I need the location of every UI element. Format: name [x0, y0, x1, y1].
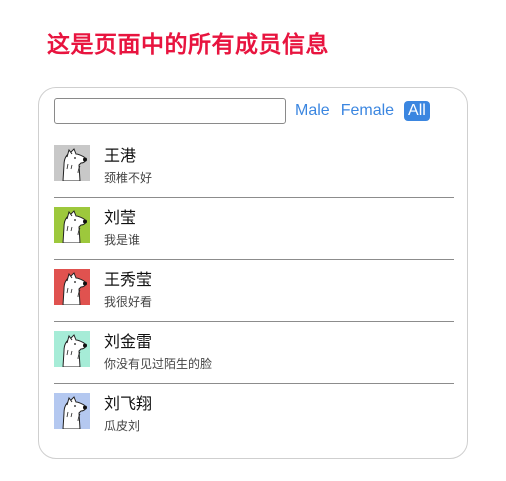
list-item[interactable]: 王秀莹 我很好看 [54, 260, 454, 322]
member-card: Male Female All 王港 颈椎不好 刘莹 我是谁 王秀莹 我很好看 … [38, 87, 468, 459]
member-description: 我很好看 [104, 295, 153, 309]
list-item[interactable]: 王港 颈椎不好 [54, 136, 454, 198]
member-name: 王秀莹 [104, 270, 153, 289]
member-description: 颈椎不好 [104, 171, 153, 185]
member-list: 王港 颈椎不好 刘莹 我是谁 王秀莹 我很好看 刘金雷 你没有见过陌生的脸 刘飞… [54, 136, 454, 446]
member-name: 刘莹 [104, 208, 137, 227]
list-item[interactable]: 刘金雷 你没有见过陌生的脸 [54, 322, 454, 384]
dog-avatar-icon [54, 331, 90, 367]
member-name: 王港 [104, 146, 137, 165]
search-input[interactable] [54, 98, 286, 124]
gender-filter: Male Female All [295, 100, 430, 122]
dog-avatar-icon [54, 207, 90, 243]
member-description: 瓜皮刘 [104, 419, 141, 433]
dog-avatar-icon [54, 145, 90, 181]
dog-avatar-icon [54, 393, 90, 429]
page-title: 这是页面中的所有成员信息 [47, 32, 329, 58]
dog-avatar-icon [54, 269, 90, 305]
list-item[interactable]: 刘飞翔 瓜皮刘 [54, 384, 454, 446]
filter-male-button[interactable]: Male [295, 101, 330, 121]
filter-female-button[interactable]: Female [341, 101, 394, 121]
list-item[interactable]: 刘莹 我是谁 [54, 198, 454, 260]
member-description: 我是谁 [104, 233, 141, 247]
member-name: 刘金雷 [104, 332, 153, 351]
member-description: 你没有见过陌生的脸 [104, 357, 213, 371]
filter-all-button[interactable]: All [404, 101, 430, 121]
member-name: 刘飞翔 [104, 394, 153, 413]
